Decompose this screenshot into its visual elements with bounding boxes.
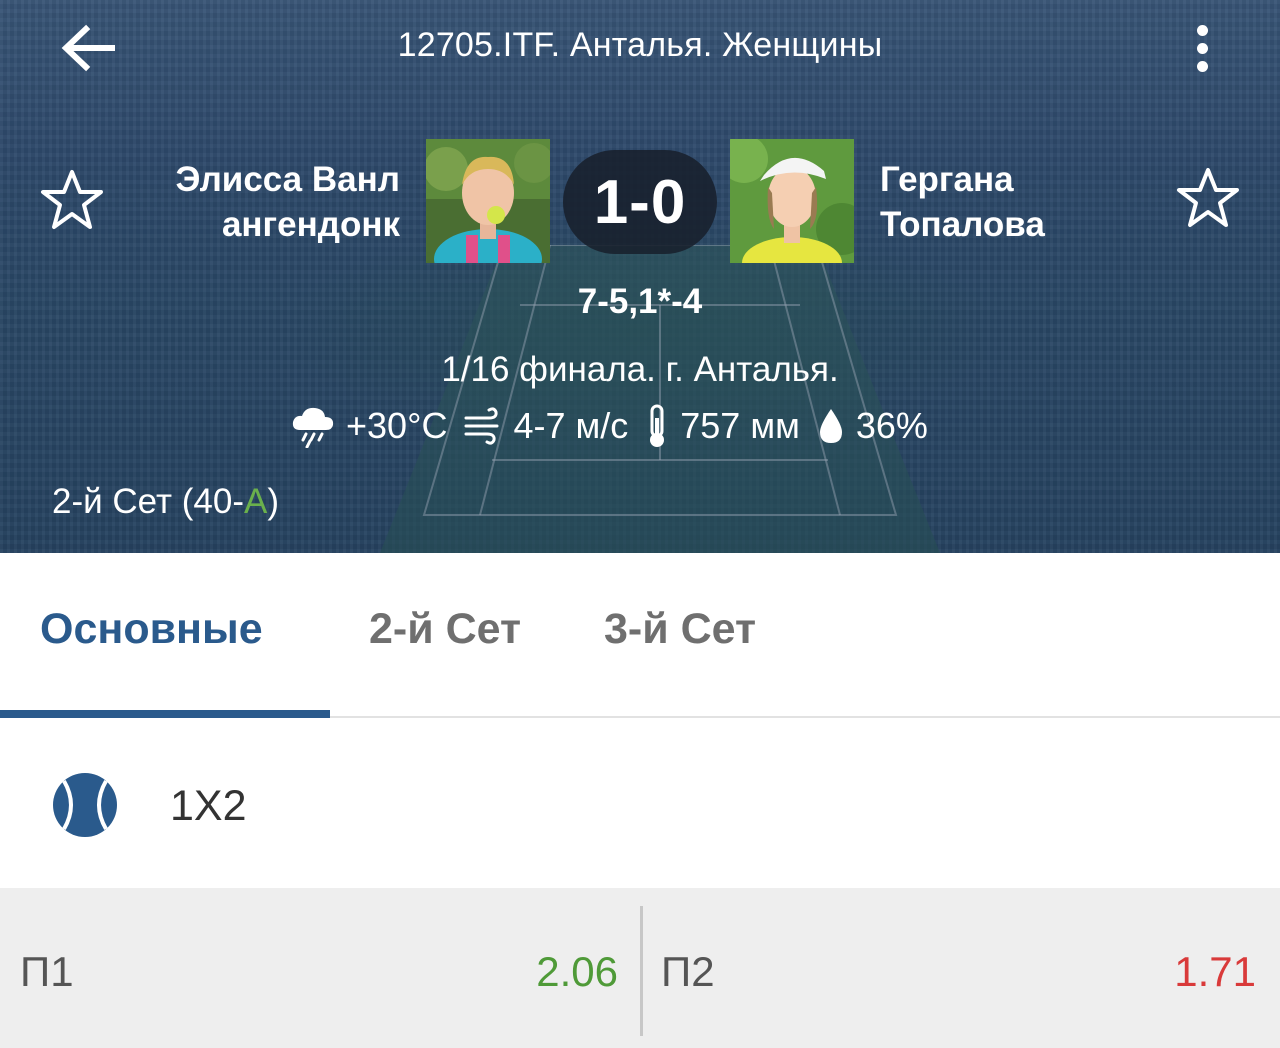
cloud-rain-icon — [290, 404, 336, 448]
tab-main[interactable]: Основные — [40, 605, 263, 654]
player1-name-line1: Элисса Ванл — [175, 160, 400, 199]
player2-name-line2: Топалова — [880, 205, 1045, 244]
active-tab-indicator — [0, 710, 330, 718]
match-header: 12705.ITF. Анталья. Женщины Элисса Ванл … — [0, 0, 1280, 553]
favorite-player1-button[interactable] — [36, 164, 108, 236]
current-set-prefix: 2-й Сет (40- — [52, 482, 244, 521]
odd-p2-value: 1.71 — [1174, 948, 1256, 995]
odd-p1-value: 2.06 — [536, 948, 618, 995]
back-button[interactable] — [56, 18, 120, 78]
thermometer-icon — [644, 404, 670, 448]
more-vertical-icon — [1196, 42, 1208, 54]
match-score: 1-0 — [563, 150, 717, 254]
player1-name: Элисса Ванл ангендонк — [130, 157, 400, 247]
page-title: 12705.ITF. Анталья. Женщины — [397, 26, 883, 64]
water-drop-icon — [816, 406, 846, 446]
odds-row: П1 2.06 П2 1.71 — [0, 888, 1280, 1048]
market-title: 1X2 — [170, 782, 247, 830]
weather-temperature: +30°C — [346, 405, 448, 446]
player1-name-line2: ангендонк — [221, 205, 400, 244]
more-vertical-icon — [1196, 60, 1208, 72]
weather-humidity: 36% — [855, 405, 928, 446]
odd-p2-label: П2 — [661, 948, 715, 995]
odd-p1-label: П1 — [20, 948, 74, 995]
player2-name: Гергана Топалова — [880, 157, 1140, 247]
tab-set-3[interactable]: 3-й Сет — [604, 605, 756, 654]
tab-set-2[interactable]: 2-й Сет — [369, 605, 521, 654]
current-set-status: 2-й Сет (40-А) — [52, 482, 279, 522]
star-outline-icon — [1177, 168, 1239, 227]
odd-p2-button[interactable]: П2 1.71 — [643, 888, 1280, 1048]
header-overlay — [0, 0, 1280, 553]
weather-bar: +30°C 4-7 м/с 757 мм 36% — [290, 400, 1010, 452]
advantage-indicator: А — [243, 482, 268, 521]
weather-wind: 4-7 м/с — [513, 405, 629, 446]
player2-name-line1: Гергана — [880, 160, 1014, 199]
wind-icon — [463, 406, 503, 446]
round-info: 1/16 финала. г. Анталья. — [441, 350, 839, 389]
more-vertical-icon — [1196, 24, 1208, 36]
star-outline-icon — [41, 170, 103, 229]
tennis-ball-icon — [53, 773, 117, 837]
favorite-player2-button[interactable] — [1172, 162, 1244, 234]
player2-avatar — [730, 139, 854, 263]
market-tabs: Основные 2-й Сет 3-й Сет — [0, 553, 1280, 718]
arrow-left-icon — [61, 24, 115, 72]
more-menu-button[interactable] — [1178, 16, 1226, 80]
market-header[interactable]: 1X2 — [0, 720, 1280, 888]
player1-avatar — [426, 139, 550, 263]
current-set-suffix: ) — [267, 482, 279, 521]
odd-p1-button[interactable]: П1 2.06 — [0, 888, 640, 1048]
weather-pressure: 757 мм — [680, 405, 800, 446]
set-scores: 7-5,1*-4 — [577, 282, 703, 321]
